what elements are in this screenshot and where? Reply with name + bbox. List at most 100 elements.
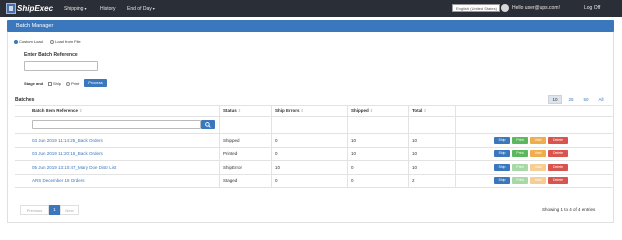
batch-ref-link[interactable]: 05 Jun 2019 13:10:47_Mary Doe Distr List <box>32 165 116 170</box>
stage-ship-label: Ship <box>53 81 62 86</box>
print-button[interactable]: Print <box>512 150 528 157</box>
batch-status: Staged <box>223 178 238 183</box>
col-ref-header[interactable]: Batch Item Reference⇕ <box>32 108 82 113</box>
sort-icon: ⇕ <box>423 108 427 113</box>
nav-history[interactable]: History <box>100 0 116 17</box>
page-size-25[interactable]: 25 <box>564 95 578 104</box>
chevron-down-icon: ▾ <box>152 6 155 11</box>
batch-total: 10 <box>412 165 418 170</box>
checkbox-icon <box>48 81 52 86</box>
pagination-page-1[interactable]: 1 <box>49 205 60 215</box>
print-button[interactable]: Print <box>512 177 528 184</box>
delete-button[interactable]: Delete <box>548 177 568 184</box>
col-shipped-header[interactable]: Shipped⇕ <box>351 108 373 113</box>
col-errors-label: Ship Errors <box>275 108 300 113</box>
batch-status: Shipped <box>223 138 240 143</box>
nav-end-of-day-label: End of Day <box>127 5 152 12</box>
batch-status: ShipError <box>223 165 243 170</box>
batch-shipped: 10 <box>351 138 357 143</box>
ship-button[interactable]: Ship <box>494 150 510 157</box>
stage-print-option[interactable]: Print <box>66 81 79 86</box>
user-greeting[interactable]: Hello user@ups.com! <box>512 0 560 17</box>
col-errors-header[interactable]: Ship Errors⇕ <box>275 108 304 113</box>
ship-button[interactable]: Ship <box>494 177 510 184</box>
batch-shipped: 0 <box>351 178 354 183</box>
search-icon <box>205 121 211 128</box>
table-row-divider <box>15 160 614 161</box>
col-total-header[interactable]: Total⇕ <box>412 108 427 113</box>
batch-manager-panel: Custom Load Load from File Enter Batch R… <box>7 32 614 223</box>
search-button[interactable] <box>201 120 215 129</box>
col-shipped-label: Shipped <box>351 108 369 113</box>
table-row-divider <box>15 147 614 148</box>
batch-reference-input[interactable] <box>24 61 98 71</box>
stage-print-label: Print <box>71 81 80 86</box>
reference-label: Enter Batch Reference <box>24 52 78 58</box>
nav-history-label: History <box>100 5 116 12</box>
batch-errors: 0 <box>275 151 278 156</box>
logo-icon <box>6 3 16 14</box>
sort-icon: ⇕ <box>300 108 304 113</box>
nav-end-of-day[interactable]: End of Day ▾ <box>127 0 155 17</box>
pagination-next[interactable]: Next <box>60 205 79 215</box>
pagination-previous[interactable]: Previous <box>20 205 49 215</box>
print-button[interactable]: Print <box>512 137 528 144</box>
void-button[interactable]: Void <box>530 150 546 157</box>
load-file-option[interactable]: Load from File <box>50 39 81 44</box>
radio-icon <box>50 39 54 44</box>
search-input[interactable] <box>32 120 201 129</box>
table-header-top <box>15 105 614 106</box>
delete-button[interactable]: Delete <box>548 137 568 144</box>
sort-icon: ⇕ <box>369 108 374 113</box>
batch-status: Printed <box>223 151 238 156</box>
process-button[interactable]: Process <box>84 79 107 87</box>
load-file-label: Load from File <box>55 39 81 44</box>
void-button[interactable]: Void <box>530 164 546 171</box>
void-button[interactable]: Void <box>530 177 546 184</box>
page-size-50[interactable]: 50 <box>579 95 593 104</box>
globe-icon <box>501 4 509 12</box>
delete-button[interactable]: Delete <box>548 150 568 157</box>
log-off-link[interactable]: Log Off <box>584 0 600 17</box>
radio-icon <box>66 81 70 86</box>
logo-text: ShipExec <box>17 4 54 13</box>
batch-errors: 10 <box>275 165 281 170</box>
page-size-10[interactable]: 10 <box>548 95 562 104</box>
top-navbar: ShipExec Shipping ▾ History End of Day ▾… <box>0 0 622 17</box>
batches-title: Batches <box>15 97 35 103</box>
col-ref-label: Batch Item Reference <box>32 108 79 113</box>
batch-ref-link[interactable]: 03 Jun 2019 11:14:25_Back Orders <box>32 138 103 143</box>
chevron-down-icon: ▾ <box>84 6 87 11</box>
batch-total: 2 <box>412 178 415 183</box>
batch-ref-link[interactable]: 03 Jun 2019 11:20:15_Back Orders <box>32 151 103 156</box>
load-custom-label: Custom Load <box>19 39 43 44</box>
sort-icon: ⇕ <box>237 108 242 113</box>
stage-label: Stage and <box>24 81 44 86</box>
col-status-header[interactable]: Status⇕ <box>223 108 241 113</box>
sort-icon: ⇕ <box>79 108 83 113</box>
nav-shipping[interactable]: Shipping ▾ <box>64 0 86 17</box>
print-button[interactable]: Print <box>512 164 528 171</box>
batch-shipped: 10 <box>351 151 357 156</box>
page-size-all[interactable]: All <box>594 95 608 104</box>
page-title: Batch Manager <box>7 20 614 32</box>
col-status-label: Status <box>223 108 237 113</box>
batch-errors: 0 <box>275 178 278 183</box>
language-select[interactable]: English (United States) <box>452 4 500 12</box>
stage-ship-option[interactable]: Ship <box>48 81 61 86</box>
batch-total: 10 <box>412 151 418 156</box>
load-custom-option[interactable]: Custom Load <box>14 39 43 44</box>
ship-button[interactable]: Ship <box>494 164 510 171</box>
radio-icon <box>14 39 18 44</box>
table-row-divider <box>15 174 614 175</box>
table-header-bottom <box>15 116 614 117</box>
batch-ref-link[interactable]: ARS December 18 Orders <box>32 178 85 183</box>
ship-button[interactable]: Ship <box>494 137 510 144</box>
shipexec-logo[interactable]: ShipExec <box>6 2 53 15</box>
nav-shipping-label: Shipping <box>64 5 84 12</box>
delete-button[interactable]: Delete <box>548 164 568 171</box>
void-button[interactable]: Void <box>530 137 546 144</box>
batch-errors: 0 <box>275 138 278 143</box>
batch-shipped: 0 <box>351 165 354 170</box>
search-row-bottom <box>15 133 614 134</box>
